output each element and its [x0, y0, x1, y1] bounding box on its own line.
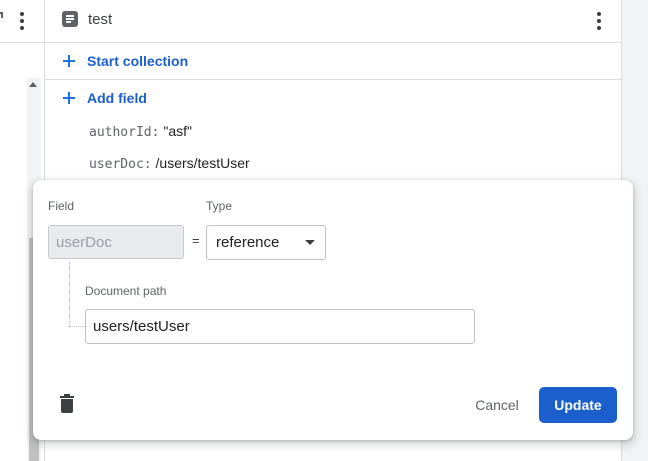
field-key: userDoc: [89, 157, 152, 172]
type-select-value: reference [216, 234, 280, 251]
type-select[interactable]: reference [206, 225, 326, 260]
equals-sign: = [192, 233, 200, 248]
plus-icon [63, 55, 75, 67]
chevron-down-icon [305, 240, 315, 245]
field-key: authorId: [89, 125, 160, 140]
start-collection-label: Start collection [87, 53, 189, 69]
document-title: test [88, 11, 113, 28]
start-collection-button[interactable]: Start collection [45, 43, 621, 80]
add-field-button[interactable]: Add field [45, 80, 621, 116]
field-label: Field [48, 199, 75, 213]
filter-icon-part [1, 12, 3, 18]
collection-more-icon[interactable] [12, 10, 32, 32]
add-field-label: Add field [87, 90, 147, 106]
document-path-label: Document path [85, 284, 167, 298]
document-path-input[interactable] [85, 309, 475, 344]
field-value: "asf" [163, 123, 192, 139]
field-row-authorId[interactable]: authorId: "asf" [89, 123, 192, 140]
update-button[interactable]: Update [539, 387, 617, 423]
tree-connector-branch [69, 326, 85, 327]
tree-connector [69, 262, 70, 326]
scroll-up-icon[interactable] [29, 82, 37, 87]
field-row-userDoc[interactable]: userDoc: /users/testUser [89, 155, 250, 172]
collection-header [0, 0, 44, 43]
trash-icon[interactable] [59, 394, 77, 414]
field-name-input [48, 225, 184, 259]
type-label: Type [206, 199, 233, 213]
plus-icon [63, 92, 75, 104]
cancel-button[interactable]: Cancel [463, 387, 531, 423]
document-icon [62, 11, 78, 27]
document-header: test [45, 0, 621, 43]
document-more-icon[interactable] [589, 10, 609, 32]
edit-field-dialog: Field Type = reference Document path Can… [33, 180, 633, 440]
field-value: /users/testUser [155, 155, 250, 171]
